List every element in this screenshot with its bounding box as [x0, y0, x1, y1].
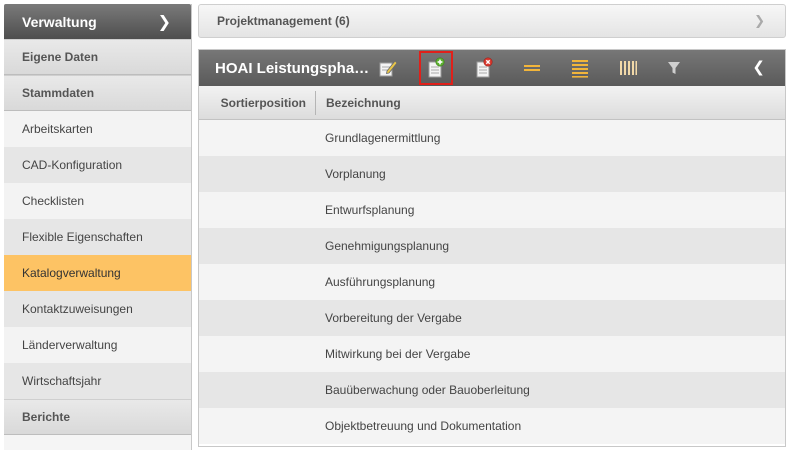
project-panel-title: Projektmanagement (6) [217, 14, 350, 28]
sidebar-header-verwaltung[interactable]: Verwaltung ❯ [4, 4, 191, 39]
sidebar-item-label: Kontaktzuweisungen [22, 302, 133, 316]
chevron-right-icon[interactable]: ❯ [158, 12, 171, 32]
sidebar-item-cad-konfiguration[interactable]: CAD-Konfiguration [4, 147, 191, 183]
table-row[interactable]: Bauüberwachung oder Bauoberleitung [199, 372, 785, 408]
sidebar-section-label: Stammdaten [22, 86, 95, 100]
table-row[interactable]: Grundlagenermittlung [199, 120, 785, 156]
sidebar-item-label: Katalogverwaltung [22, 266, 121, 280]
cell-desc: Objektbetreuung und Dokumentation [325, 419, 522, 433]
table-header: Sortierposition Bezeichnung [199, 86, 785, 120]
sidebar-item-checklisten[interactable]: Checklisten [4, 183, 191, 219]
cell-desc: Vorbereitung der Vergabe [325, 311, 462, 325]
sidebar-section-berichte[interactable]: Berichte [4, 399, 191, 435]
delete-document-icon[interactable] [467, 53, 501, 83]
row-spacing-compact-icon[interactable] [515, 53, 549, 83]
sidebar-item-label: CAD-Konfiguration [22, 158, 123, 172]
cell-desc: Entwurfsplanung [325, 203, 415, 217]
table-row[interactable]: Ausführungsplanung [199, 264, 785, 300]
sidebar-item-kontaktzuweisungen[interactable]: Kontaktzuweisungen [4, 291, 191, 327]
column-header-sortierposition[interactable]: Sortierposition [199, 90, 316, 115]
hoai-panel: HOAI Leistungspha… ❮ Sortierposition Bez… [198, 49, 786, 447]
chevron-up-icon[interactable]: ❮ [752, 58, 765, 76]
sidebar-item-label: Flexible Eigenschaften [22, 230, 143, 244]
sidebar-item-label: Länderverwaltung [22, 338, 118, 352]
panel-header: HOAI Leistungspha… ❮ [199, 50, 785, 86]
sidebar: Verwaltung ❯ Eigene Daten Stammdaten Arb… [4, 4, 192, 450]
sidebar-section-label: Eigene Daten [22, 50, 99, 64]
sidebar-item-arbeitskarten[interactable]: Arbeitskarten [4, 111, 191, 147]
sidebar-section-label: Berichte [22, 410, 71, 424]
filter-icon[interactable] [657, 53, 691, 83]
columns-icon[interactable] [611, 53, 645, 83]
sidebar-item-label: Checklisten [22, 194, 85, 208]
sidebar-item-flexible-eigenschaften[interactable]: Flexible Eigenschaften [4, 219, 191, 255]
table-row[interactable]: Vorplanung [199, 156, 785, 192]
table-row[interactable]: Genehmigungsplanung [199, 228, 785, 264]
chevron-down-icon[interactable]: ❯ [754, 13, 765, 29]
panel-title: HOAI Leistungspha… [215, 59, 370, 77]
table-row[interactable]: Entwurfsplanung [199, 192, 785, 228]
cell-desc: Mitwirkung bei der Vergabe [325, 347, 471, 361]
sidebar-header-title: Verwaltung [22, 13, 97, 30]
sidebar-item-label: Wirtschaftsjahr [22, 374, 102, 388]
sidebar-item-laenderverwaltung[interactable]: Länderverwaltung [4, 327, 191, 363]
project-management-panel[interactable]: Projektmanagement (6) ❯ [198, 4, 786, 38]
cell-desc: Genehmigungsplanung [325, 239, 450, 253]
column-header-bezeichnung[interactable]: Bezeichnung [316, 96, 401, 110]
table-row[interactable]: Vorbereitung der Vergabe [199, 300, 785, 336]
table-row[interactable]: Objektbetreuung und Dokumentation [199, 408, 785, 444]
table-row[interactable]: Mitwirkung bei der Vergabe [199, 336, 785, 372]
sidebar-item-label: Arbeitskarten [22, 122, 93, 136]
sidebar-item-wirtschaftsjahr[interactable]: Wirtschaftsjahr [4, 363, 191, 399]
cell-desc: Grundlagenermittlung [325, 131, 441, 145]
sidebar-section-eigene-daten[interactable]: Eigene Daten [4, 39, 191, 75]
add-document-icon[interactable] [419, 51, 453, 85]
edit-icon[interactable] [371, 53, 405, 83]
cell-desc: Ausführungsplanung [325, 275, 436, 289]
cell-desc: Vorplanung [325, 167, 386, 181]
cell-desc: Bauüberwachung oder Bauoberleitung [325, 383, 530, 397]
sidebar-section-stammdaten[interactable]: Stammdaten [4, 75, 191, 111]
row-spacing-list-icon[interactable] [563, 53, 597, 83]
sidebar-item-katalogverwaltung[interactable]: Katalogverwaltung [4, 255, 191, 291]
